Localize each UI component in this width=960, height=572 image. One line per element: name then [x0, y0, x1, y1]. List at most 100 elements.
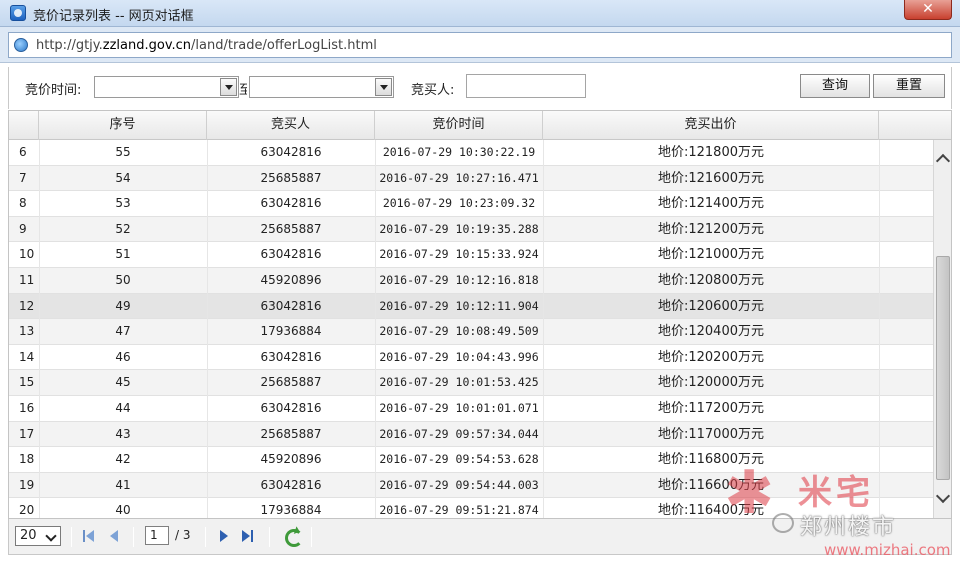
query-button[interactable]: 查询 [800, 74, 870, 98]
table-row[interactable]: 7 54 25685887 2016-07-29 10:27:16.471 地价:121… [9, 165, 933, 192]
cell-seq: 54 [115, 170, 131, 185]
column-divider [879, 140, 880, 518]
refresh-icon[interactable] [283, 527, 303, 547]
table-body: 6 55 63042816 2016-07-29 10:30:22.19 地价:1218… [9, 140, 933, 519]
cell-bid-price: 地价:121000万元 [657, 247, 764, 263]
cell-bid-time: 2016-07-29 09:54:44.003 [379, 477, 539, 492]
cell-bid-price: 地价:120400万元 [657, 324, 764, 340]
column-divider [39, 140, 40, 518]
cell-buyer: 63042816 [260, 477, 322, 492]
cell-bid-price: 地价:116600万元 [657, 477, 764, 493]
cell-buyer: 63042816 [260, 298, 322, 313]
cell-bid-price: 地价:121200万元 [657, 221, 764, 237]
prev-page-icon[interactable] [105, 528, 121, 544]
pager-separator [133, 527, 134, 547]
table-row[interactable]: 10 51 63042816 2016-07-29 10:15:33.924 地价:12… [9, 242, 933, 268]
bid-time-from-select[interactable] [94, 76, 239, 98]
table-row[interactable]: 13 47 17936884 2016-07-29 10:08:49.509 地价:12… [9, 319, 933, 345]
scrollbar-thumb[interactable] [936, 256, 950, 480]
dropdown-arrow-icon[interactable] [375, 78, 392, 96]
first-page-icon[interactable] [81, 528, 97, 544]
header-bid-time[interactable]: 竞价时间 [375, 111, 543, 140]
cell-bid-time: 2016-07-29 10:30:22.19 [382, 145, 536, 159]
pagination-bar: 20 1 / 3 [8, 519, 952, 555]
buyer-input[interactable] [466, 74, 586, 98]
cell-bid-price: 地价:121800万元 [657, 145, 764, 160]
current-page-input[interactable]: 1 [145, 526, 169, 545]
close-button[interactable]: ✕ [904, 0, 952, 20]
cell-seq: 51 [115, 247, 131, 262]
cell-bid-price: 地价:120600万元 [657, 298, 764, 314]
table-row[interactable]: 18 42 45920896 2016-07-29 09:54:53.628 地价:11… [9, 447, 933, 473]
cell-bid-time: 2016-07-29 10:12:16.818 [379, 272, 539, 287]
cell-bid-time: 2016-07-29 10:04:43.996 [379, 349, 539, 364]
next-page-icon[interactable] [217, 528, 233, 544]
scroll-down-icon[interactable] [935, 490, 951, 506]
cell-bid-time: 2016-07-29 09:57:34.044 [379, 426, 539, 441]
cell-bid-time: 2016-07-29 09:54:53.628 [379, 452, 539, 467]
table-row[interactable]: 16 44 63042816 2016-07-29 10:01:01.071 地价:11… [9, 396, 933, 422]
table-row[interactable]: 17 43 25685887 2016-07-29 09:57:34.044 地价:11… [9, 421, 933, 448]
table-header: 序号 竞买人 竞价时间 竞买出价 [9, 111, 879, 140]
table-row[interactable]: 15 45 25685887 2016-07-29 10:01:53.425 地价:12… [9, 370, 933, 396]
pager-separator [71, 527, 72, 547]
url-domain: zzland.gov.cn [102, 38, 192, 53]
header-rownum [9, 111, 39, 140]
dialog-title: 竞价记录列表 -- 网页对话框 [33, 9, 194, 24]
scroll-up-icon[interactable] [935, 152, 951, 168]
last-page-icon[interactable] [239, 528, 255, 544]
search-filter-bar: 竞价时间: 至 竞买人: 查询 重置 [8, 67, 952, 109]
url-path: /land/trade/offerLogList.html [191, 38, 377, 53]
cell-seq: 45 [115, 375, 131, 390]
cell-seq: 47 [115, 324, 131, 339]
table-row[interactable]: 20 40 17936884 2016-07-29 09:51:21.874 地价:11… [9, 498, 933, 519]
cell-bid-price: 地价:120800万元 [657, 272, 764, 288]
table-row[interactable]: 11 50 45920896 2016-07-29 10:12:16.818 地价:12… [9, 267, 933, 294]
cell-bid-price: 地价:116400万元 [657, 503, 764, 519]
cell-bid-time: 2016-07-29 10:01:53.425 [379, 375, 539, 390]
cell-bid-price: 地价:116800万元 [657, 452, 764, 468]
total-pages-label: / 3 [175, 528, 191, 542]
header-seq[interactable]: 序号 [39, 111, 207, 140]
cell-seq: 40 [115, 503, 131, 518]
dropdown-arrow-icon[interactable] [220, 78, 237, 96]
address-field[interactable]: http://gtjy.zzland.gov.cn/land/trade/off… [8, 32, 952, 58]
cell-buyer: 63042816 [260, 349, 322, 364]
cell-bid-time: 2016-07-29 10:19:35.288 [379, 221, 539, 236]
table-row[interactable]: 14 46 63042816 2016-07-29 10:04:43.996 地价:12… [9, 345, 933, 371]
bid-time-to-select[interactable] [249, 76, 394, 98]
bid-record-table: 序号 竞买人 竞价时间 竞买出价 6 55 63042816 2016-07-29 1… [8, 110, 952, 519]
table-row[interactable]: 12 49 63042816 2016-07-29 10:12:11.904 地价:12… [9, 293, 933, 320]
table-row[interactable]: 9 52 25685887 2016-07-29 10:19:35.288 地价:121… [9, 216, 933, 243]
address-bar: http://gtjy.zzland.gov.cn/land/trade/off… [0, 27, 960, 63]
cell-buyer: 25685887 [260, 375, 322, 390]
cell-bid-price: 地价:117000万元 [657, 426, 764, 442]
cell-bid-time: 2016-07-29 10:27:16.471 [379, 170, 539, 185]
page-size-select[interactable]: 20 [15, 526, 61, 546]
buyer-label: 竞买人: [411, 83, 455, 98]
cell-seq: 53 [115, 196, 131, 211]
cell-bid-price: 地价:120000万元 [657, 375, 764, 391]
reset-button[interactable]: 重置 [873, 74, 945, 98]
dialog-title-bar: 竞价记录列表 -- 网页对话框 ✕ [0, 0, 960, 27]
table-row[interactable]: 6 55 63042816 2016-07-29 10:30:22.19 地价:1218… [9, 140, 933, 166]
cell-bid-price: 地价:121400万元 [657, 196, 764, 212]
column-divider [543, 140, 544, 518]
cell-seq: 49 [115, 298, 131, 313]
header-buyer[interactable]: 竞买人 [207, 111, 375, 140]
cell-bid-time: 2016-07-29 10:15:33.924 [379, 247, 539, 262]
cell-buyer: 17936884 [260, 503, 322, 518]
table-row[interactable]: 19 41 63042816 2016-07-29 09:54:44.003 地价:11… [9, 472, 933, 499]
pager-separator [205, 527, 206, 547]
url-text: http://gtjy.zzland.gov.cn/land/trade/off… [36, 38, 377, 53]
table-row[interactable]: 8 53 63042816 2016-07-29 10:23:09.32 地价:1214… [9, 191, 933, 217]
cell-buyer: 63042816 [260, 145, 322, 159]
column-divider [207, 140, 208, 518]
url-prefix: http://gtjy. [36, 38, 103, 53]
cell-buyer: 45920896 [260, 452, 322, 467]
header-bid-price[interactable]: 竞买出价 [543, 111, 879, 140]
cell-buyer: 63042816 [260, 247, 322, 262]
cell-bid-time: 2016-07-29 10:12:11.904 [379, 298, 539, 313]
cell-bid-time: 2016-07-29 09:51:21.874 [379, 503, 539, 518]
vertical-scrollbar[interactable] [933, 140, 951, 518]
